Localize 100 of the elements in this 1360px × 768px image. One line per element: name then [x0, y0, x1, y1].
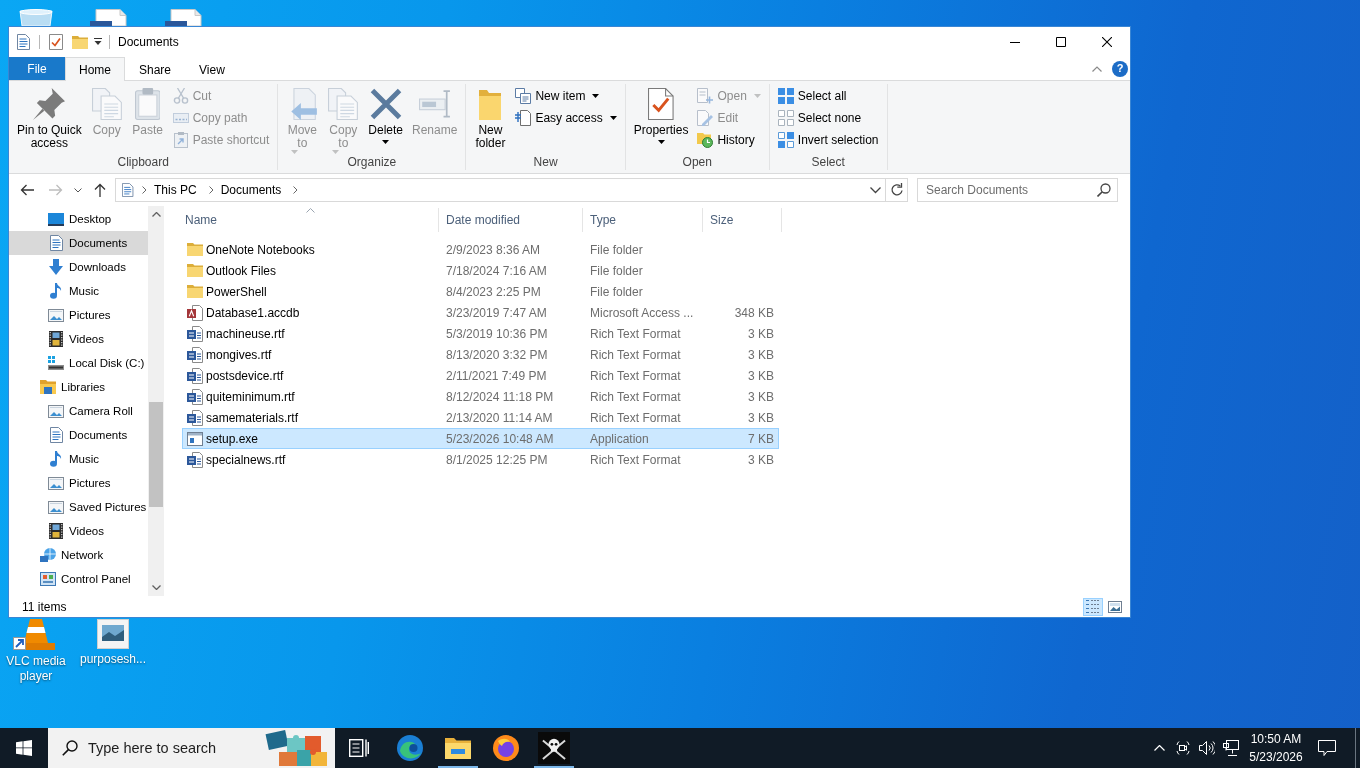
clock-date[interactable]: 5/23/2026 — [1249, 748, 1303, 766]
address-field[interactable]: This PC Documents — [115, 178, 886, 202]
document-icon — [187, 325, 203, 342]
file-size: 3 KB — [748, 452, 774, 467]
ribbon-button[interactable]: Select none — [774, 107, 882, 129]
group-label: Select — [811, 155, 845, 169]
nav-item[interactable]: Libraries — [9, 375, 148, 399]
file-row[interactable]: specialnews.rtf 8/1/2025 12:25 PM Rich Text Format 3 KB — [182, 449, 779, 470]
file-type: File folder — [590, 284, 643, 299]
ribbon-button[interactable]: Easy access — [512, 107, 620, 129]
checklist-icon[interactable] — [49, 34, 63, 50]
forward-arrow-icon — [49, 184, 63, 196]
file-type: Rich Text Format — [590, 326, 681, 341]
file-row[interactable]: PowerShell 8/4/2023 2:25 PM File folder — [182, 281, 779, 302]
folder-icon — [187, 243, 203, 256]
music-note-icon — [50, 451, 62, 467]
column-header[interactable]: Name — [182, 208, 439, 232]
nav-item[interactable]: Network — [9, 543, 148, 567]
ribbon-button[interactable]: Invert selection — [774, 129, 882, 151]
nav-item[interactable]: Control Panel — [9, 567, 148, 591]
ribbon-button[interactable]: Pin to Quick access — [14, 85, 85, 152]
column-header[interactable]: Date modified — [439, 208, 583, 232]
search-field[interactable]: Search Documents — [917, 178, 1118, 202]
file-row[interactable]: OneNote Notebooks 2/9/2023 8:36 AM File folder — [182, 239, 779, 260]
nav-item[interactable]: Pictures — [9, 303, 148, 327]
breadcrumb[interactable]: This PC — [149, 179, 202, 201]
column-header[interactable]: Type — [583, 208, 703, 232]
camera-icon[interactable] — [1176, 740, 1190, 756]
ribbon-button[interactable]: History — [694, 129, 764, 151]
details-view-icon — [1086, 600, 1100, 613]
column-header[interactable]: Size — [703, 208, 782, 232]
ribbon-button[interactable]: New folder — [471, 85, 510, 152]
filled-grid-icon — [777, 88, 794, 104]
ribbon-button[interactable]: New item — [512, 85, 620, 107]
nav-item[interactable]: Saved Pictures — [9, 495, 148, 519]
file-name: postsdevice.rtf — [206, 368, 284, 383]
scroll-up-icon[interactable] — [151, 212, 161, 217]
chevron-right-icon[interactable] — [293, 186, 299, 194]
chevron-right-icon[interactable] — [142, 186, 147, 194]
nav-item[interactable]: Local Disk (C:) — [9, 351, 148, 375]
film-icon — [49, 523, 63, 539]
file-tab[interactable]: File — [9, 57, 65, 80]
nav-item[interactable]: Music — [9, 279, 148, 303]
file-name: machineuse.rtf — [206, 326, 285, 341]
nav-item[interactable]: Downloads — [9, 255, 148, 279]
refresh-button[interactable] — [886, 178, 908, 202]
picture-icon — [48, 308, 64, 322]
date-modified: 8/12/2024 11:18 PM — [446, 389, 554, 404]
file-row[interactable]: quiteminimum.rtf 8/12/2024 11:18 PM Rich Text Format 3 KB — [182, 386, 779, 407]
nav-item[interactable]: Documents — [9, 231, 148, 255]
scroll-down-icon[interactable] — [151, 585, 161, 590]
file-row[interactable]: setup.exe 5/23/2026 10:48 AM Application 7 KB — [182, 428, 779, 449]
nav-item[interactable]: Music — [9, 447, 148, 471]
date-modified: 5/23/2026 10:48 AM — [446, 431, 554, 446]
file-type: Rich Text Format — [590, 347, 681, 362]
help-button[interactable]: ? — [1112, 60, 1128, 77]
file-name: Database1.accdb — [206, 305, 300, 320]
view-button[interactable] — [1083, 597, 1103, 616]
date-modified: 8/1/2025 12:25 PM — [446, 452, 548, 467]
chevron-right-icon[interactable] — [208, 186, 214, 194]
dropdown-chevron-icon[interactable] — [870, 186, 881, 194]
up-arrow-icon — [94, 183, 106, 197]
nav-item[interactable]: Camera Roll — [9, 399, 148, 423]
file-row[interactable]: Outlook Files 7/18/2024 7:16 AM File folder — [182, 260, 779, 281]
dropdown-caret-icon[interactable] — [94, 38, 102, 46]
document-icon[interactable] — [165, 9, 205, 26]
chevron-up-icon[interactable] — [1153, 745, 1165, 751]
file-row[interactable]: samematerials.rtf 2/13/2020 11:14 AM Rich Text Format 3 KB — [182, 407, 779, 428]
search-icon[interactable] — [1097, 183, 1111, 197]
file-row[interactable]: postsdevice.rtf 2/11/2021 7:49 PM Rich Text Format 3 KB — [182, 365, 779, 386]
file-name: setup.exe — [206, 431, 259, 446]
ribbon-button[interactable]: Delete — [365, 85, 407, 146]
notification-icon[interactable] — [1318, 740, 1336, 756]
file-row[interactable]: mongives.rtf 8/13/2020 3:32 PM Rich Text Format 3 KB — [182, 344, 779, 365]
ribbon-tab[interactable]: Home — [65, 57, 125, 81]
collapse-chevron-icon[interactable] — [1092, 65, 1102, 72]
file-row[interactable]: machineuse.rtf 5/3/2019 10:36 PM Rich Text Format 3 KB — [182, 323, 779, 344]
file-type: Rich Text Format — [590, 410, 681, 425]
document-icon[interactable] — [90, 9, 130, 26]
nav-item[interactable]: Videos — [9, 327, 148, 351]
ribbon-button[interactable]: Properties — [630, 85, 692, 146]
nav-item[interactable]: Pictures — [9, 471, 148, 495]
network-icon — [40, 548, 56, 562]
ribbon-tab[interactable]: View — [185, 57, 239, 81]
wired-network-icon[interactable] — [1223, 740, 1239, 756]
nav-item[interactable]: Documents — [9, 423, 148, 447]
group-label: New — [533, 155, 558, 169]
recycle-bin-icon[interactable] — [17, 9, 55, 26]
clock-time[interactable]: 10:50 AM — [1250, 730, 1302, 748]
nav-item[interactable]: Desktop — [9, 207, 148, 231]
picture-icon — [48, 500, 64, 514]
speaker-icon[interactable] — [1199, 741, 1215, 755]
breadcrumb[interactable]: Documents — [215, 179, 287, 201]
document-lines-icon[interactable] — [17, 34, 30, 50]
ribbon-tab[interactable]: Share — [125, 57, 186, 81]
file-row[interactable]: Database1.accdb 3/23/2019 7:47 AM Microsoft Access ... 348 KB — [182, 302, 779, 323]
ribbon-button[interactable]: Select all — [774, 85, 882, 107]
page-plus-icon — [697, 88, 714, 104]
nav-item[interactable]: Videos — [9, 519, 148, 543]
scrollbar-thumb[interactable] — [149, 402, 163, 507]
